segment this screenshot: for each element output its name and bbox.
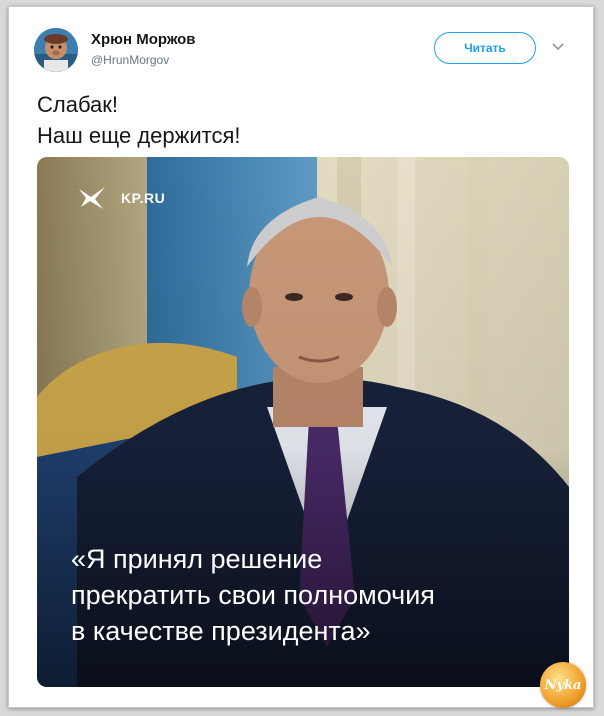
follow-button[interactable]: Читать [434,32,536,64]
media-quote: «Я принял решение прекратить свои полном… [71,541,561,649]
brand-label: KP.RU [121,190,166,206]
author-name[interactable]: Хрюн Моржов [91,31,195,48]
watermark-logo: Nyka [540,662,586,708]
quote-line: прекратить свои полномочия [71,580,435,610]
bird-icon [79,187,105,209]
chevron-down-icon[interactable] [551,40,565,54]
author-handle[interactable]: @HrunMorgov [91,53,169,67]
tweet-line: Наш еще держится! [37,123,241,148]
watermark-text: Nyka [544,677,582,693]
tweet-media[interactable]: KP.RU «Я принял решение прекратить свои … [37,157,569,687]
tweet-line: Слабак! [37,92,119,117]
tweet-card: Хрюн Моржов @HrunMorgov Читать Слабак! Н… [8,6,594,708]
kp-logo: KP.RU [77,185,165,211]
tweet-text: Слабак! Наш еще держится! [37,89,241,151]
quote-line: в качестве президента» [71,616,371,646]
avatar[interactable] [34,28,78,72]
quote-line: «Я принял решение [71,544,323,574]
